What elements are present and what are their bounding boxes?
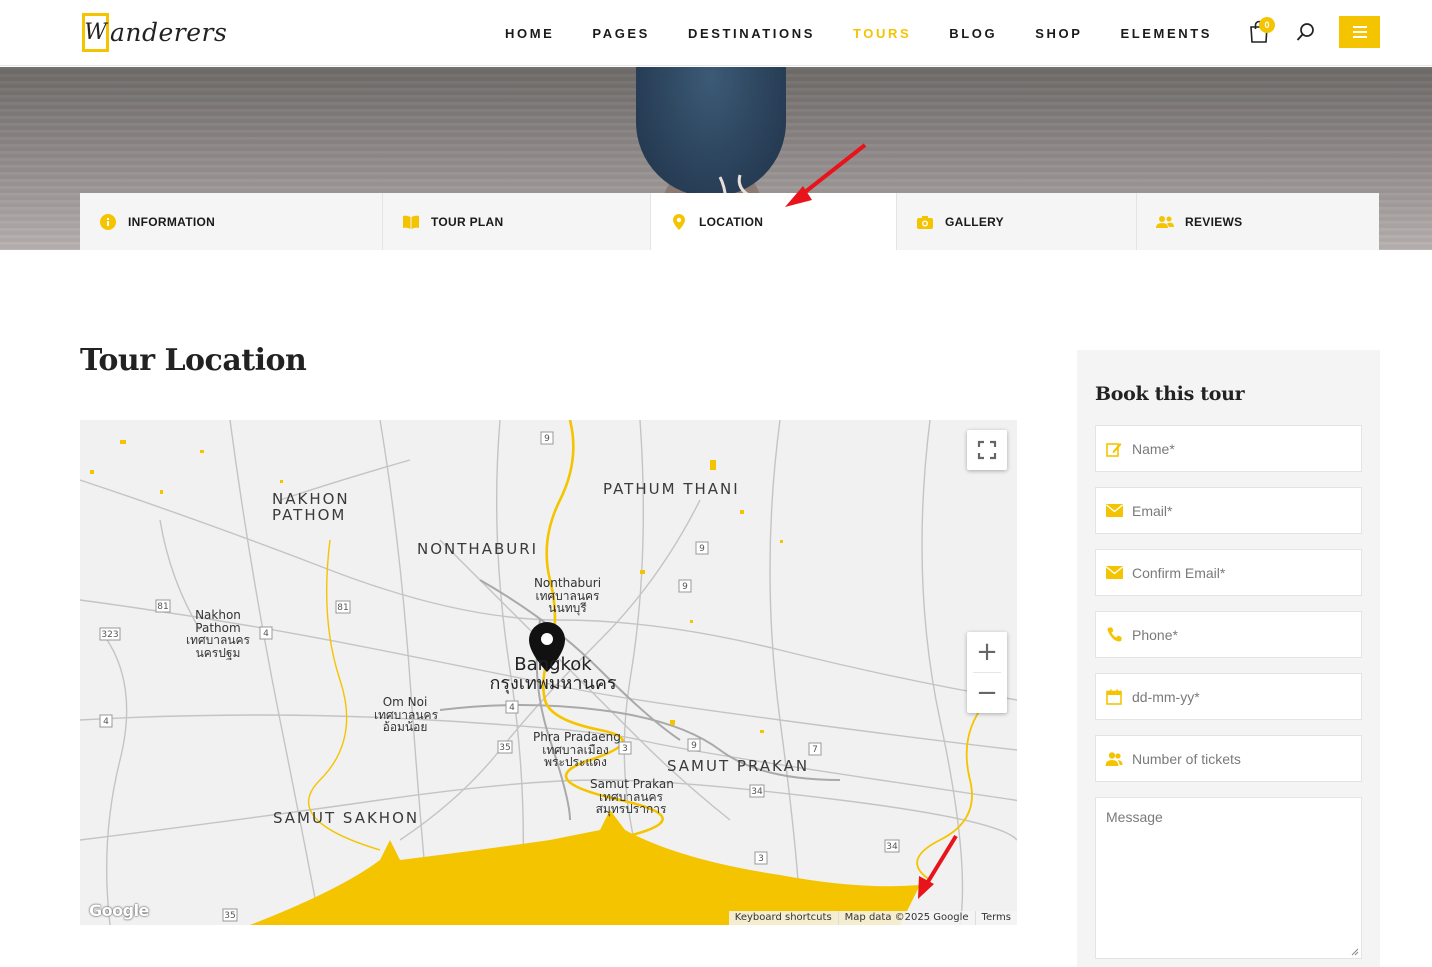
svg-text:4: 4 bbox=[103, 717, 109, 727]
tab-reviews[interactable]: REVIEWS bbox=[1137, 193, 1379, 250]
calendar-icon bbox=[1105, 688, 1123, 706]
hamburger-menu-button[interactable] bbox=[1339, 16, 1380, 48]
date-field[interactable]: dd-mm-yy* bbox=[1095, 673, 1362, 720]
nav-home[interactable]: HOME bbox=[505, 26, 554, 41]
nav-elements[interactable]: ELEMENTS bbox=[1120, 26, 1212, 41]
search-icon[interactable] bbox=[1296, 22, 1316, 42]
map-pin-icon bbox=[670, 213, 688, 231]
tab-label: LOCATION bbox=[699, 214, 764, 229]
svg-text:3: 3 bbox=[758, 854, 764, 864]
map-label-region: PATHOM bbox=[272, 506, 347, 524]
field-placeholder: Confirm Email* bbox=[1132, 564, 1226, 581]
cart-count-badge: 0 bbox=[1259, 17, 1275, 33]
nav-shop[interactable]: SHOP bbox=[1035, 26, 1082, 41]
field-placeholder: Phone* bbox=[1132, 626, 1178, 643]
tickets-field[interactable]: Number of tickets bbox=[1095, 735, 1362, 782]
terms-link[interactable]: Terms bbox=[974, 911, 1017, 925]
booking-title: Book this tour bbox=[1095, 383, 1245, 405]
svg-text:34: 34 bbox=[751, 787, 763, 797]
map-label-city: Phra Pradaeng เทศบาลเมือง พระประแดง bbox=[533, 730, 621, 770]
svg-text:3: 3 bbox=[622, 744, 628, 754]
email-field[interactable]: Email* bbox=[1095, 487, 1362, 534]
tour-tabs: INFORMATION TOUR PLAN LOCATION GALLERY R… bbox=[80, 193, 1379, 250]
tab-label: REVIEWS bbox=[1185, 214, 1243, 229]
svg-text:9: 9 bbox=[682, 582, 688, 592]
logo-mark: W bbox=[82, 12, 109, 52]
svg-text:4: 4 bbox=[509, 703, 515, 713]
tab-information[interactable]: INFORMATION bbox=[80, 193, 383, 250]
main-nav: HOME PAGES DESTINATIONS TOURS BLOG SHOP … bbox=[505, 0, 1250, 66]
tab-label: GALLERY bbox=[945, 214, 1004, 229]
keyboard-shortcuts-link[interactable]: Keyboard shortcuts bbox=[729, 911, 838, 925]
envelope-icon bbox=[1105, 564, 1123, 582]
field-placeholder: Message bbox=[1106, 809, 1163, 825]
map-label-region: SAMUT SAKHON bbox=[273, 809, 420, 827]
tab-tour-plan[interactable]: TOUR PLAN bbox=[383, 193, 651, 250]
edit-icon bbox=[1105, 440, 1123, 458]
confirm-email-field[interactable]: Confirm Email* bbox=[1095, 549, 1362, 596]
map-label-region: PATHUM THANI bbox=[603, 480, 740, 498]
users-icon bbox=[1105, 750, 1123, 768]
map-fullscreen-button[interactable] bbox=[967, 430, 1007, 470]
svg-text:35: 35 bbox=[224, 911, 235, 921]
resize-handle-icon[interactable] bbox=[1351, 948, 1359, 956]
tour-location-map[interactable]: 9 9 9 9 81 81 323 4 4 4 35 3 7 34 3 34 3… bbox=[80, 420, 1017, 925]
map-label-region: SAMUT PRAKAN bbox=[667, 757, 810, 775]
nav-blog[interactable]: BLOG bbox=[949, 26, 997, 41]
google-logo[interactable]: Google bbox=[89, 901, 149, 920]
svg-text:81: 81 bbox=[157, 602, 168, 612]
nav-destinations[interactable]: DESTINATIONS bbox=[688, 26, 815, 41]
site-logo[interactable]: W anderers bbox=[82, 12, 227, 52]
map-label-city: Om Noi เทศบาลนคร อ้อมน้อย bbox=[374, 695, 439, 735]
svg-text:35: 35 bbox=[499, 743, 510, 753]
svg-text:9: 9 bbox=[544, 434, 550, 444]
hamburger-menu-icon bbox=[1352, 26, 1367, 28]
phone-field[interactable]: Phone* bbox=[1095, 611, 1362, 658]
svg-text:81: 81 bbox=[337, 603, 348, 613]
zoom-in-button[interactable]: + bbox=[967, 632, 1007, 672]
map-label-bangkok: Bangkok กรุงเทพมหานคร bbox=[489, 654, 617, 694]
map-data-text: Map data ©2025 Google bbox=[837, 911, 975, 925]
fullscreen-icon bbox=[977, 440, 997, 460]
field-placeholder: Email* bbox=[1132, 502, 1173, 519]
booking-form: Book this tour Name* Email* Confirm Emai… bbox=[1077, 350, 1380, 967]
field-placeholder: Name* bbox=[1132, 440, 1175, 457]
map-label-city: Samut Prakan เทศบาลนคร สมุทรปราการ bbox=[590, 777, 674, 817]
camera-icon bbox=[916, 213, 934, 231]
users-icon bbox=[1156, 213, 1174, 231]
map-attribution: Keyboard shortcuts Map data ©2025 Google… bbox=[728, 911, 1017, 925]
tab-gallery[interactable]: GALLERY bbox=[897, 193, 1137, 250]
map-label-region: NONTHABURI bbox=[417, 540, 539, 558]
tab-location[interactable]: LOCATION bbox=[651, 193, 897, 250]
svg-text:7: 7 bbox=[812, 745, 818, 755]
svg-text:9: 9 bbox=[699, 544, 705, 554]
book-icon bbox=[402, 213, 420, 231]
tab-label: TOUR PLAN bbox=[431, 214, 504, 229]
nav-pages[interactable]: PAGES bbox=[592, 26, 650, 41]
zoom-out-button[interactable]: − bbox=[967, 673, 1007, 713]
svg-text:4: 4 bbox=[263, 629, 269, 639]
logo-text: anderers bbox=[110, 17, 228, 47]
svg-text:323: 323 bbox=[101, 630, 118, 640]
field-placeholder: dd-mm-yy* bbox=[1132, 688, 1200, 705]
section-title: Tour Location bbox=[80, 343, 307, 378]
site-header: W anderers HOME PAGES DESTINATIONS TOURS… bbox=[0, 0, 1432, 66]
map-zoom-control: + − bbox=[967, 632, 1007, 713]
name-field[interactable]: Name* bbox=[1095, 425, 1362, 472]
envelope-icon bbox=[1105, 502, 1123, 520]
message-textarea[interactable]: Message bbox=[1095, 797, 1362, 959]
svg-text:9: 9 bbox=[691, 741, 697, 751]
map-label-city: Nakhon Pathom เทศบาลนคร นครปฐม bbox=[185, 608, 250, 660]
svg-text:34: 34 bbox=[886, 842, 898, 852]
nav-tours[interactable]: TOURS bbox=[853, 26, 911, 41]
phone-icon bbox=[1105, 626, 1123, 644]
map-label-city: Nonthaburi เทศบาลนคร นนทบุรี bbox=[533, 576, 602, 616]
info-icon bbox=[99, 213, 117, 231]
tab-label: INFORMATION bbox=[128, 214, 216, 229]
field-placeholder: Number of tickets bbox=[1132, 750, 1241, 767]
